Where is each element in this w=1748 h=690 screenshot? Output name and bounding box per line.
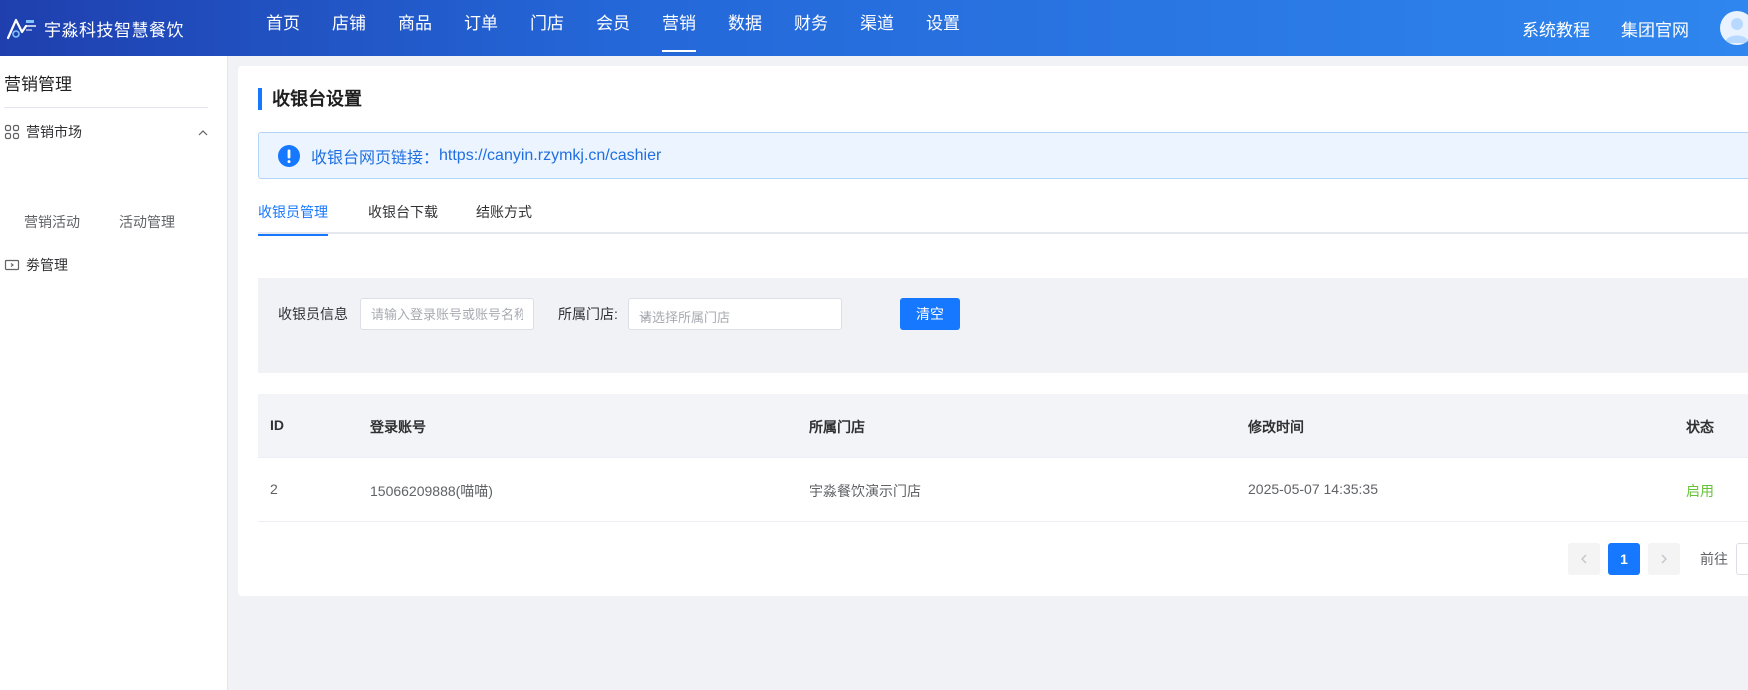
nav-marketing[interactable]: 营销: [646, 0, 712, 56]
nav-stores[interactable]: 门店: [514, 0, 580, 56]
cell-login-account: 15066209888(喵喵): [370, 483, 493, 499]
cell-id: 2: [270, 481, 278, 497]
pagination: 1 前往: [1568, 542, 1748, 576]
tutorial-link[interactable]: 系统教程: [1522, 16, 1590, 41]
info-alert: 收银台网页链接： https://canyin.rzymkj.cn/cashie…: [258, 132, 1748, 179]
next-page-button[interactable]: [1648, 543, 1680, 575]
prev-page-button[interactable]: [1568, 543, 1600, 575]
main-nav: 首页 店铺 商品 订单 门店 会员 营销 数据 财务 渠道 设置: [250, 0, 976, 56]
alert-label: 收银台网页链接：: [311, 149, 440, 167]
nav-settings[interactable]: 设置: [910, 0, 976, 56]
exclamation-circle-icon: [277, 144, 301, 168]
clear-button[interactable]: 清空: [900, 298, 960, 330]
tab-cashier-management[interactable]: 收银员管理: [258, 202, 328, 236]
brand-logo-icon: [4, 14, 40, 42]
nav-orders[interactable]: 订单: [448, 0, 514, 56]
nav-channels[interactable]: 渠道: [844, 0, 910, 56]
cashier-url-link[interactable]: https://canyin.rzymkj.cn/cashier: [439, 147, 661, 165]
brand-title: 宇淼科技智慧餐饮: [44, 20, 184, 40]
nav-data[interactable]: 数据: [712, 0, 778, 56]
col-store: 所属门店: [809, 419, 865, 435]
page-number[interactable]: 1: [1608, 543, 1640, 575]
sidebar-group-marketing-market[interactable]: 营销市场: [4, 120, 208, 144]
chevron-left-icon: [1581, 554, 1587, 564]
goto-label: 前往: [1700, 551, 1728, 567]
tab-payment-methods[interactable]: 结账方式: [476, 202, 532, 234]
grid-icon: [4, 124, 20, 140]
table-row: 2 15066209888(喵喵) 宇淼餐饮演示门店 2025-05-07 14…: [258, 458, 1748, 522]
cashier-table: ID 登录账号 所属门店 修改时间 状态 2 15066209888(喵喵) 宇…: [258, 394, 1748, 522]
sidebar-group-label: 营销市场: [26, 124, 82, 140]
col-login-account: 登录账号: [370, 419, 426, 435]
nav-goods[interactable]: 商品: [382, 0, 448, 56]
tabs: 收银员管理 收银台下载 结账方式: [258, 202, 1748, 236]
store-select-placeholder: 请选择所属门店: [639, 310, 731, 325]
avatar[interactable]: [1720, 11, 1748, 45]
sidebar: 营销管理 营销市场 营销活动 活动管理 劵管理: [0, 56, 228, 690]
main-card: 收银台设置 收银台网页链接： https://canyin.rzymkj.cn/…: [238, 66, 1748, 596]
col-id: ID: [270, 417, 284, 433]
col-modified-time: 修改时间: [1248, 419, 1304, 435]
sidebar-item-marketing-activity[interactable]: 营销活动: [24, 212, 80, 232]
store-select[interactable]: 请选择所属门店: [628, 298, 842, 330]
tab-cashier-download[interactable]: 收银台下载: [368, 202, 438, 234]
col-status: 状态: [1686, 419, 1714, 435]
sidebar-group-coupons[interactable]: 劵管理: [4, 255, 68, 275]
nav-members[interactable]: 会员: [580, 0, 646, 56]
sidebar-divider: [4, 107, 208, 108]
cashier-info-input[interactable]: [360, 298, 534, 330]
brand[interactable]: 宇淼科技智慧餐饮: [4, 12, 184, 44]
status-badge[interactable]: 启用: [1686, 481, 1714, 501]
ticket-icon: [4, 257, 20, 273]
sidebar-item-activity-management[interactable]: 活动管理: [119, 212, 175, 232]
top-navbar: 宇淼科技智慧餐饮 首页 店铺 商品 订单 门店 会员 营销 数据 财务 渠道 设…: [0, 0, 1748, 56]
chevron-up-icon: [198, 125, 208, 136]
nav-shop[interactable]: 店铺: [316, 0, 382, 56]
table-header: ID 登录账号 所属门店 修改时间 状态: [258, 394, 1748, 458]
group-site-link[interactable]: 集团官网: [1621, 16, 1689, 41]
goto-page-input[interactable]: [1736, 543, 1748, 575]
sidebar-group-label: 劵管理: [26, 257, 68, 273]
user-icon: [1725, 18, 1748, 43]
store-label: 所属门店:: [558, 306, 618, 322]
chevron-down-icon: [639, 310, 651, 320]
chevron-right-icon: [1661, 554, 1667, 564]
nav-home[interactable]: 首页: [250, 0, 316, 56]
nav-finance[interactable]: 财务: [778, 0, 844, 56]
filter-panel: 收银员信息 所属门店: 请选择所属门店 清空: [258, 278, 1748, 373]
page-title: 收银台设置: [258, 88, 362, 110]
cell-store: 宇淼餐饮演示门店: [809, 483, 921, 499]
top-right-links: 系统教程 集团官网: [1522, 0, 1748, 56]
cashier-info-label: 收银员信息: [278, 306, 348, 322]
cell-modified-time: 2025-05-07 14:35:35: [1248, 481, 1378, 497]
sidebar-title: 营销管理: [4, 75, 72, 94]
